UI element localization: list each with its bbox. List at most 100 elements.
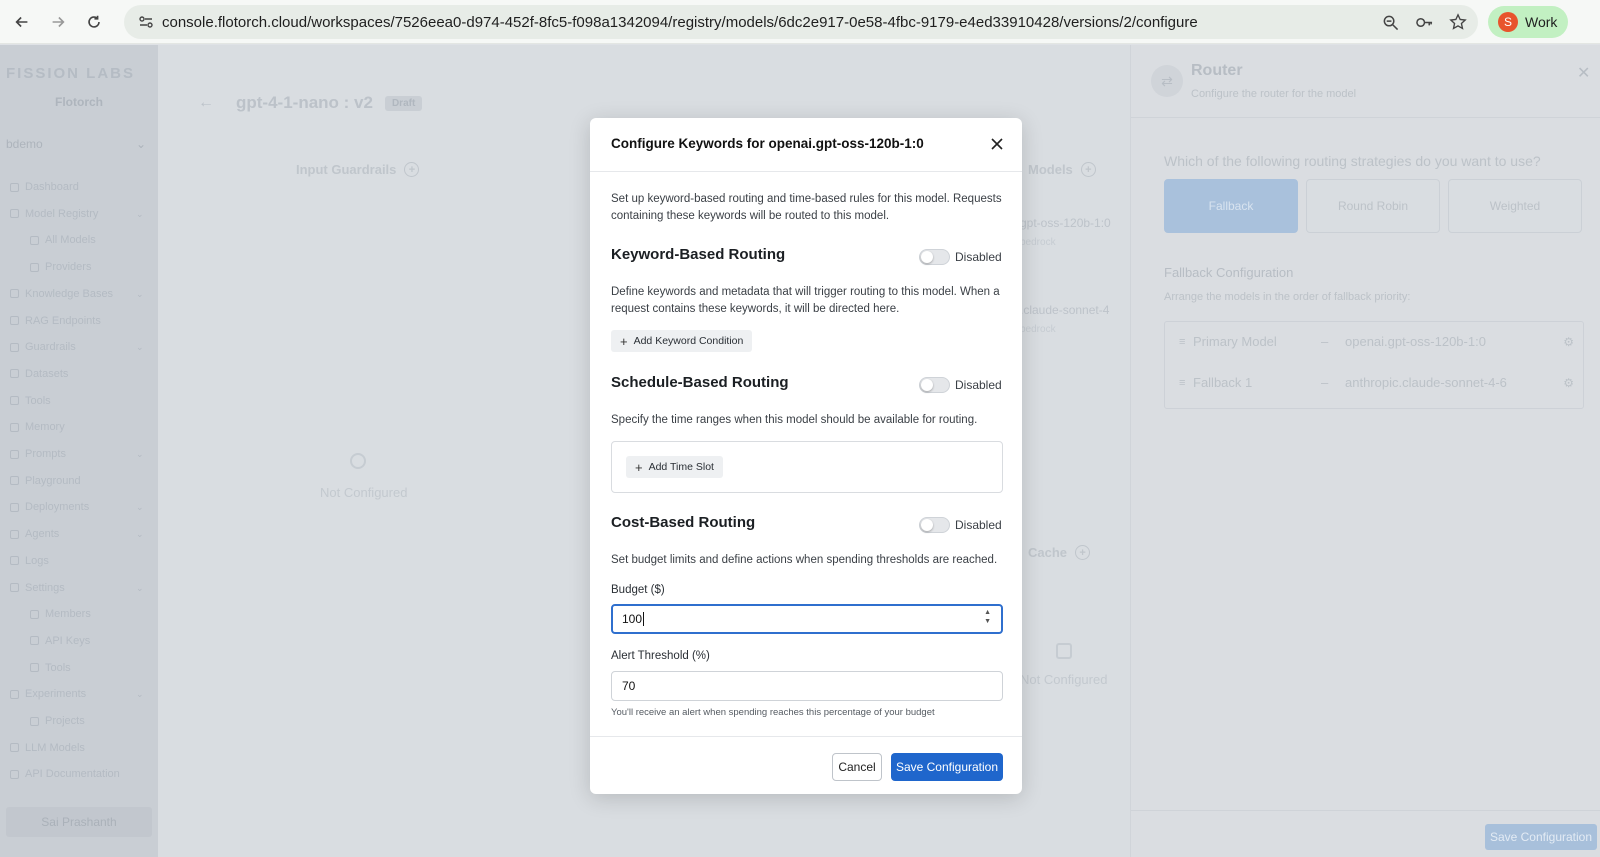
menu-item-icon xyxy=(10,396,19,406)
cost-routing-title: Cost-Based Routing xyxy=(611,514,756,531)
bookmark-star-icon[interactable] xyxy=(1448,12,1468,32)
save-configuration-button[interactable]: Save Configuration xyxy=(891,753,1003,781)
profile-button[interactable]: S Work xyxy=(1488,6,1568,38)
router-save-button[interactable]: Save Configuration xyxy=(1485,824,1597,850)
add-time-slot-button[interactable]: + Add Time Slot xyxy=(626,456,723,478)
drag-handle-icon[interactable]: ≡ xyxy=(1179,336,1193,348)
schedule-routing-desc: Specify the time ranges when this model … xyxy=(611,414,978,426)
sidebar-item[interactable]: Memory xyxy=(10,421,65,433)
sidebar-item[interactable]: RAG Endpoints xyxy=(10,315,101,327)
schedule-routing-title: Schedule-Based Routing xyxy=(611,374,789,391)
keyword-routing-toggle[interactable] xyxy=(919,249,950,265)
sidebar-item[interactable]: Tools xyxy=(10,395,51,407)
strategy-question: Which of the following routing strategie… xyxy=(1164,153,1541,169)
cancel-button[interactable]: Cancel xyxy=(832,753,882,781)
back-arrow-icon[interactable]: ← xyxy=(198,94,214,112)
page-header: ← gpt-4-1-nano : v2 Draft xyxy=(198,93,423,113)
alert-threshold-value: 70 xyxy=(622,679,636,693)
sidebar-item[interactable]: Providers xyxy=(30,261,91,273)
sidebar-item[interactable]: API Documentation xyxy=(10,768,120,780)
sidebar-item[interactable]: Members xyxy=(30,608,91,620)
drag-handle-icon[interactable]: ≡ xyxy=(1179,377,1193,389)
logo: FISSION LABS xyxy=(6,65,136,82)
sidebar-item[interactable]: Deployments xyxy=(10,501,89,513)
sidebar-item[interactable]: Prompts xyxy=(10,448,66,460)
sidebar-item[interactable]: Knowledge Bases xyxy=(10,288,113,300)
sidebar-item[interactable]: Agents xyxy=(10,528,59,540)
not-configured-text-2: Not Configured xyxy=(1020,672,1108,687)
model-provider: bedrock xyxy=(1020,237,1056,248)
sidebar-item[interactable]: Guardrails xyxy=(10,341,76,353)
chevron-down-icon[interactable]: ⌄ xyxy=(136,502,144,513)
divider xyxy=(590,736,1022,737)
menu-item-icon xyxy=(10,449,19,459)
budget-label: Budget ($) xyxy=(611,584,665,596)
menu-item-icon xyxy=(30,716,39,726)
sidebar: FISSION LABS Flotorch bdemo ⌄ Dashboard M… xyxy=(0,45,158,857)
chevron-down-icon[interactable]: ⌄ xyxy=(136,689,144,700)
sidebar-item-label: RAG Endpoints xyxy=(25,314,101,327)
alert-threshold-input[interactable]: 70 xyxy=(611,671,1003,701)
forward-icon[interactable] xyxy=(44,8,72,36)
menu-item-icon xyxy=(30,235,39,245)
sidebar-item[interactable]: All Models xyxy=(30,234,96,246)
zoom-icon[interactable] xyxy=(1380,12,1400,32)
sidebar-item[interactable]: Logs xyxy=(10,555,49,567)
sidebar-item[interactable]: Tools xyxy=(30,662,71,674)
chevron-down-icon[interactable]: ⌄ xyxy=(136,583,144,594)
budget-input[interactable]: 100 ▲ ▼ xyxy=(611,604,1003,634)
chevron-down-icon[interactable]: ⌄ xyxy=(136,342,144,353)
gear-icon[interactable]: ⚙ xyxy=(1563,335,1574,349)
add-keyword-condition-button[interactable]: + Add Keyword Condition xyxy=(611,330,753,352)
gear-icon[interactable]: ⚙ xyxy=(1563,376,1574,390)
chevron-down-icon[interactable]: ⌄ xyxy=(136,289,144,300)
increment-icon[interactable]: ▲ xyxy=(984,609,991,617)
number-stepper[interactable]: ▲ ▼ xyxy=(984,609,991,626)
plus-icon[interactable]: + xyxy=(1075,545,1091,560)
sidebar-item[interactable]: Datasets xyxy=(10,368,68,380)
chevron-down-icon[interactable]: ⌄ xyxy=(136,209,144,220)
close-icon[interactable] xyxy=(987,134,1007,154)
strategy-round-robin[interactable]: Round Robin xyxy=(1306,179,1440,233)
sidebar-item[interactable]: API Keys xyxy=(30,635,90,647)
chevron-down-icon[interactable]: ⌄ xyxy=(136,529,144,540)
model-card-1[interactable]: gpt-oss-120b-1:0 bedrock xyxy=(1020,213,1111,253)
fallback-row[interactable]: ≡ Primary Model – openai.gpt-oss-120b-1:… xyxy=(1179,334,1574,349)
sidebar-item[interactable]: Dashboard xyxy=(10,181,79,193)
sidebar-item-label: Playground xyxy=(25,474,81,487)
password-key-icon[interactable] xyxy=(1414,12,1434,32)
configure-keywords-modal: Configure Keywords for openai.gpt-oss-12… xyxy=(590,118,1022,794)
sidebar-item[interactable]: Settings xyxy=(10,582,65,594)
time-slot-container: + Add Time Slot xyxy=(611,441,1003,493)
cache-text: Cache xyxy=(1028,545,1068,560)
plus-icon[interactable]: + xyxy=(1080,162,1096,177)
workspace-select[interactable]: bdemo ⌄ xyxy=(6,137,146,151)
cost-routing-toggle[interactable] xyxy=(919,517,950,533)
sidebar-item-label: Logs xyxy=(25,554,49,567)
sidebar-item[interactable]: Experiments xyxy=(10,688,86,700)
sidebar-item[interactable]: Model Registry xyxy=(10,208,98,220)
sidebar-item[interactable]: Projects xyxy=(30,715,85,727)
menu-item-icon xyxy=(30,663,39,673)
decrement-icon[interactable]: ▼ xyxy=(984,618,991,626)
plus-icon[interactable]: + xyxy=(404,162,420,177)
address-bar[interactable]: console.flotorch.cloud/workspaces/7526ee… xyxy=(124,5,1478,39)
fallback-row[interactable]: ≡ Fallback 1 – anthropic.claude-sonnet-4… xyxy=(1179,375,1574,390)
fallback-subtitle: Arrange the models in the order of fallb… xyxy=(1164,291,1411,303)
sidebar-item[interactable]: Playground xyxy=(10,475,81,487)
strategy-weighted[interactable]: Weighted xyxy=(1448,179,1582,233)
sidebar-item[interactable]: LLM Models xyxy=(10,742,85,754)
back-icon[interactable] xyxy=(8,8,36,36)
user-menu[interactable]: Sai Prashanth xyxy=(6,807,152,837)
add-time-slot-label: Add Time Slot xyxy=(648,461,714,473)
menu-item-icon xyxy=(10,422,19,432)
site-info-icon[interactable] xyxy=(130,5,162,39)
strategy-fallback[interactable]: Fallback xyxy=(1164,179,1298,233)
chevron-down-icon[interactable]: ⌄ xyxy=(136,449,144,460)
reload-icon[interactable] xyxy=(80,8,108,36)
schedule-routing-toggle[interactable] xyxy=(919,377,950,393)
url-text[interactable]: console.flotorch.cloud/workspaces/7526ee… xyxy=(162,14,1198,31)
brand-name: Flotorch xyxy=(55,95,103,109)
close-icon[interactable]: ✕ xyxy=(1577,63,1590,83)
model-card-2[interactable]: .claude-sonnet-4 bedrock xyxy=(1020,300,1109,340)
